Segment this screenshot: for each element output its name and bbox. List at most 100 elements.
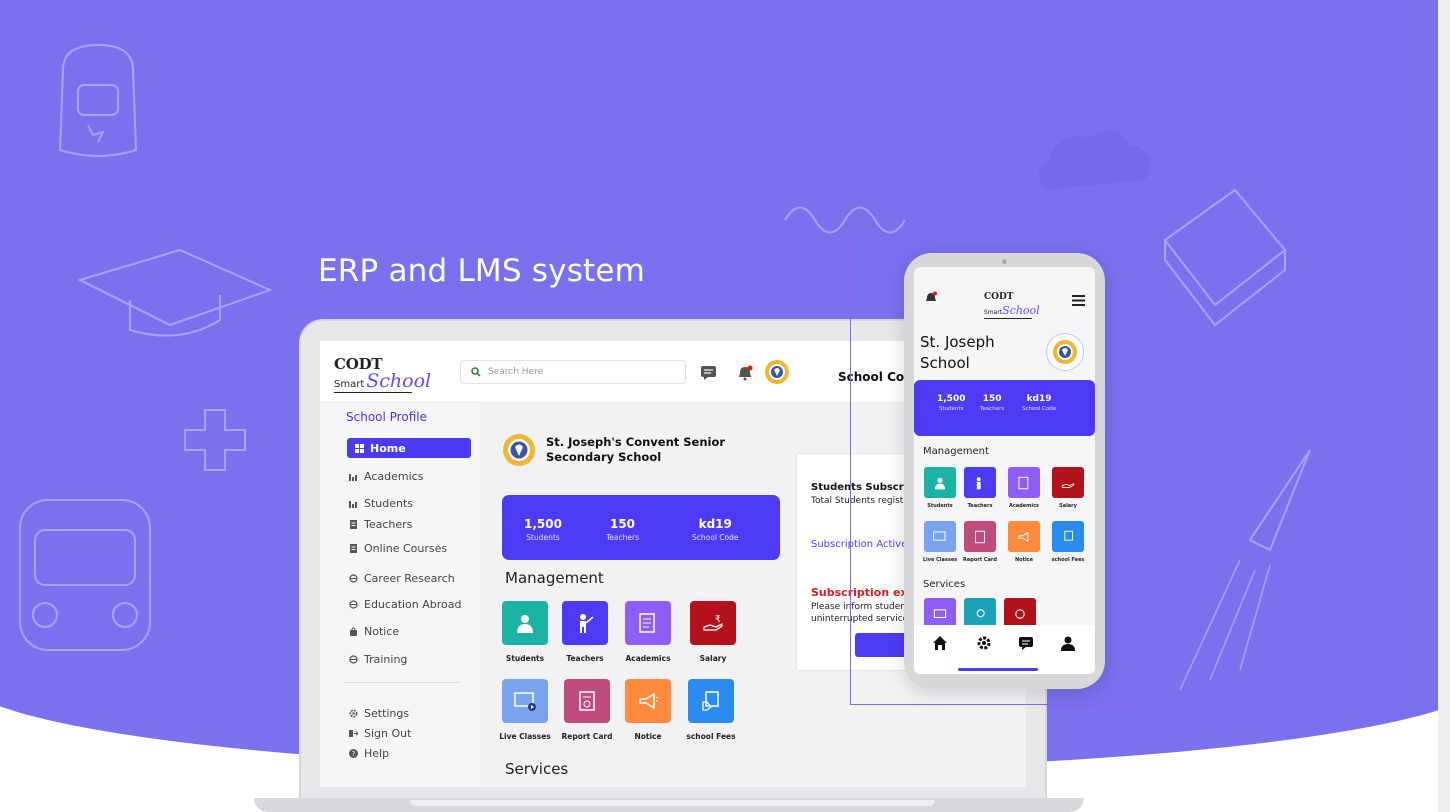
salary-tile[interactable]: ₹: [690, 601, 736, 645]
report-card-icon: [579, 691, 595, 711]
logo-smart: Smart: [334, 379, 365, 390]
bag-icon: [350, 626, 357, 636]
stat-students: 1,500 Students: [524, 517, 562, 542]
students-tile[interactable]: [502, 601, 548, 645]
sidebar-title[interactable]: School Profile: [346, 410, 427, 424]
school-emblem-icon[interactable]: [764, 359, 790, 385]
sidebar-item-students[interactable]: Students: [347, 493, 471, 513]
sidebar-item-label: Students: [364, 496, 414, 510]
management-heading: Management: [505, 569, 604, 587]
academics-tile[interactable]: [625, 601, 671, 645]
rocket-doodle-icon: [1179, 449, 1311, 691]
phone-logo[interactable]: CODT SmartSchool: [984, 292, 1044, 319]
stat-value: 150: [982, 394, 1002, 404]
tile-label: Students: [927, 503, 953, 509]
search-placeholder: Search Here: [488, 367, 544, 377]
phone-stat-teachers: 150 Teachers: [980, 394, 1004, 412]
phone-students-tile[interactable]: [924, 467, 956, 498]
tile-label: Salary: [699, 654, 727, 663]
logo-school: School: [1002, 304, 1040, 317]
report-card-tile[interactable]: [564, 679, 610, 723]
sidebar-item-label: Sign Out: [364, 726, 412, 740]
gear-icon[interactable]: [976, 635, 992, 651]
logo-smart: Smart: [984, 309, 1003, 316]
phone-teachers-tile[interactable]: [964, 467, 996, 498]
message-icon[interactable]: [700, 365, 718, 381]
sidebar-item-label: Teachers: [364, 517, 413, 531]
phone-school-emblem: [1046, 333, 1084, 371]
sidebar-item-label: Home: [370, 441, 406, 455]
service-screen-icon: [933, 608, 947, 618]
hamburger-menu-icon[interactable]: [1072, 295, 1085, 306]
phone-management-heading: Management: [923, 446, 989, 457]
tile-label: school Fees: [1051, 557, 1085, 563]
tile-label: Notice: [634, 732, 662, 741]
school-crest-icon: [1053, 340, 1077, 364]
sidebar-item-home[interactable]: Home: [347, 438, 471, 458]
live-classes-tile[interactable]: [502, 679, 548, 723]
phone-school-fees-tile[interactable]: [1052, 521, 1084, 552]
sidebar-item-help[interactable]: ? Help: [347, 743, 471, 763]
sidebar-item-online-courses[interactable]: Online Courses: [347, 538, 471, 558]
app-logo[interactable]: CODT Smart School: [334, 354, 431, 393]
notification-bell-icon[interactable]: [924, 291, 938, 305]
sidebar-item-label: Career Research: [364, 571, 455, 585]
tile-label: Salary: [1059, 503, 1077, 509]
logout-icon: [349, 729, 358, 737]
chat-icon[interactable]: [1018, 635, 1034, 651]
report-card-icon: [975, 530, 985, 543]
salary-icon: ₹: [703, 615, 723, 631]
sidebar-divider: [344, 682, 460, 683]
phone-stats-card: 1,500 Students 150 Teachers kd19 School Cod…: [914, 380, 1095, 436]
school-fees-tile[interactable]: [688, 679, 734, 723]
school-crest-icon: [503, 434, 535, 466]
fees-icon: [1064, 530, 1073, 541]
stat-label: Teachers: [980, 406, 1005, 412]
sidebar-item-sign-out[interactable]: Sign Out: [347, 723, 471, 743]
sidebar-item-notice[interactable]: Notice: [347, 621, 471, 641]
sidebar-item-academics[interactable]: Academics: [347, 466, 471, 486]
sidebar-item-label: Academics: [364, 469, 424, 483]
teachers-tile[interactable]: [562, 601, 608, 645]
document-icon: [350, 519, 357, 529]
service-search-icon: [976, 608, 985, 617]
sidebar-item-education-abroad[interactable]: Education Abroad: [347, 594, 471, 614]
grad-cap-doodle-icon: [77, 248, 273, 337]
backpack-doodle-icon: [58, 43, 138, 157]
sidebar-item-training[interactable]: Training: [347, 649, 471, 669]
tile-label: Academics: [1008, 503, 1040, 509]
stat-label: School Code: [692, 533, 739, 542]
logo-school: School: [366, 370, 432, 392]
phone-notice-tile[interactable]: [1008, 521, 1040, 552]
stat-school-code: kd19 School Code: [692, 517, 738, 542]
bar-chart-icon: [349, 473, 357, 481]
notice-tile[interactable]: [625, 679, 671, 723]
phone-camera: [1002, 259, 1007, 264]
profile-icon[interactable]: [1060, 635, 1076, 651]
sidebar-item-career-research[interactable]: Career Research: [347, 568, 471, 588]
student-icon: [517, 615, 533, 633]
phone-bottom-nav: [914, 625, 1095, 674]
tile-label: Teachers: [967, 503, 993, 509]
salary-icon: [1061, 482, 1075, 488]
phone-school-name: St. Joseph School: [920, 332, 995, 374]
phone-school-name-line: St. Joseph: [920, 333, 995, 351]
plus-doodle-icon: [184, 409, 246, 471]
phone-mockup: CODT SmartSchool St. Joseph School 1,500…: [904, 253, 1105, 689]
phone-live-classes-tile[interactable]: [924, 521, 956, 552]
fees-icon: [702, 691, 719, 711]
stat-label: School Code: [1022, 406, 1057, 412]
phone-nav-indicator: [958, 668, 1038, 671]
tile-label: Report Card: [561, 732, 613, 741]
stat-value: kd19: [698, 517, 732, 531]
sidebar-item-settings[interactable]: Settings: [347, 703, 471, 723]
search-input[interactable]: Search Here: [460, 360, 686, 384]
phone-report-card-tile[interactable]: [964, 521, 996, 552]
phone-academics-tile[interactable]: [1008, 467, 1040, 498]
phone-salary-tile[interactable]: [1052, 467, 1084, 498]
book-doodle-icon: [1163, 188, 1287, 327]
page-scrollbar[interactable]: [1438, 0, 1450, 812]
sidebar-item-teachers[interactable]: Teachers: [347, 514, 471, 534]
notification-bell-icon[interactable]: [736, 365, 754, 381]
home-icon[interactable]: [932, 635, 948, 651]
